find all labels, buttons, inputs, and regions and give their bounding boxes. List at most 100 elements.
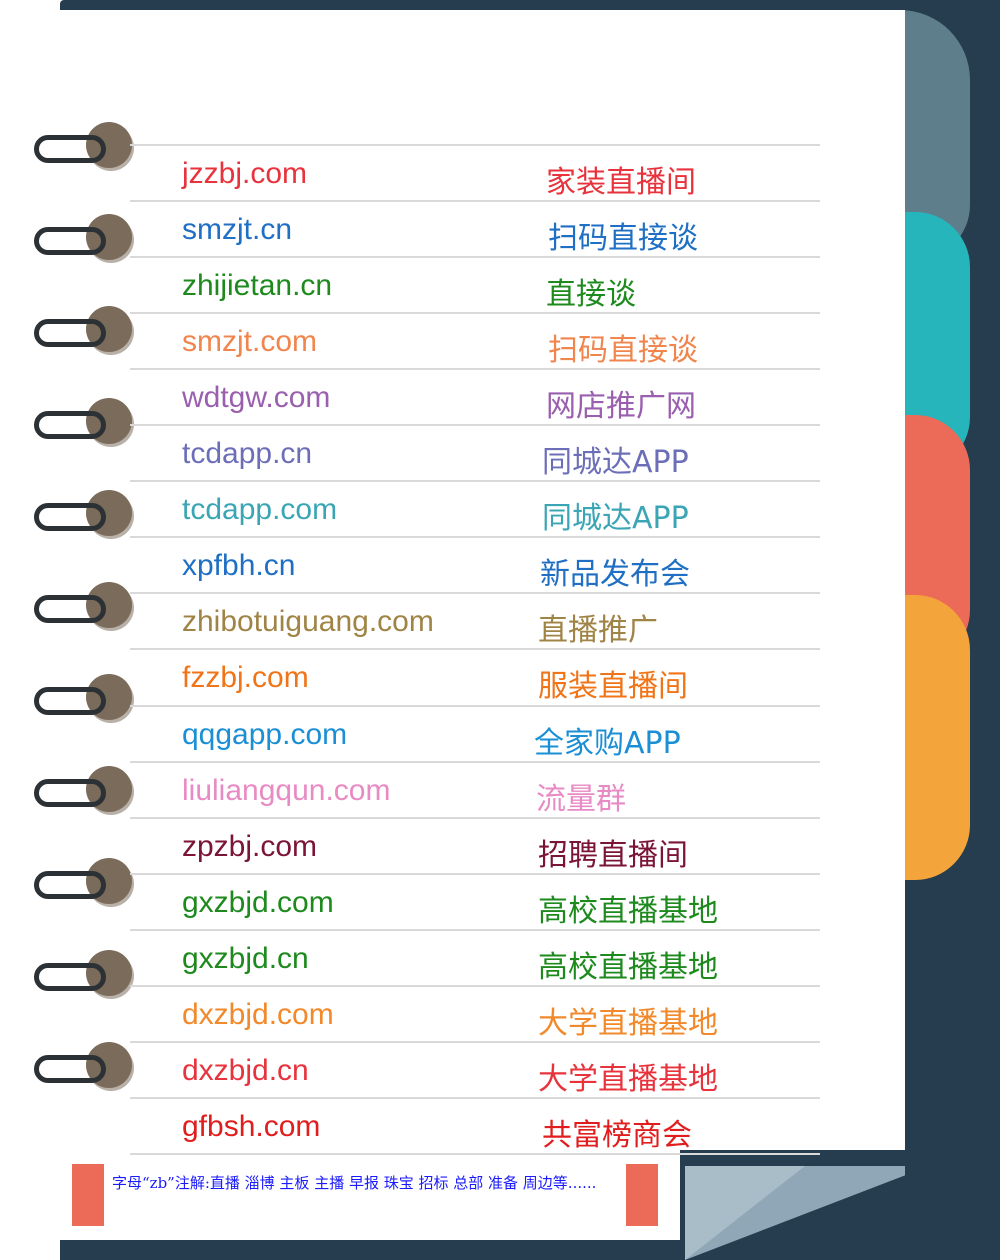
- list-item: jzzbj.com 家装直播间: [130, 144, 820, 200]
- row-divider: [130, 256, 820, 258]
- ring-wire: [34, 871, 106, 899]
- row-divider: [130, 592, 820, 594]
- domain-meaning: 扫码直接谈: [548, 333, 698, 368]
- domain-meaning: 全家购APP: [534, 726, 681, 761]
- domain-meaning: 流量群: [536, 782, 626, 817]
- domain-name[interactable]: gxzbjd.com: [182, 886, 334, 920]
- row-divider: [130, 200, 820, 202]
- list-item: xpfbh.cn 新品发布会: [130, 536, 820, 592]
- domain-name[interactable]: xpfbh.cn: [182, 549, 295, 583]
- footer-marker-right: [626, 1164, 658, 1226]
- list-item: zhijietan.cn 直接谈: [130, 256, 820, 312]
- ring-wire: [34, 779, 106, 807]
- domain-meaning: 新品发布会: [540, 557, 690, 592]
- list-item: tcdapp.cn 同城达APP: [130, 424, 820, 480]
- row-divider: [130, 144, 820, 146]
- row-divider: [130, 424, 820, 426]
- domain-meaning: 直接谈: [546, 277, 636, 312]
- domain-meaning: 大学直播基地: [538, 1006, 718, 1041]
- ring-wire: [34, 963, 106, 991]
- spiral-ring: [34, 214, 132, 264]
- bottom-bar: [130, 1248, 615, 1260]
- row-divider: [130, 1153, 820, 1155]
- list-item: dxzbjd.com 大学直播基地: [130, 985, 820, 1041]
- spiral-ring: [34, 674, 132, 724]
- ring-wire: [34, 1055, 106, 1083]
- notebook-page: jzzbj.com 家装直播间 smzjt.cn 扫码直接谈 zhijietan.cn 直…: [0, 0, 1000, 1260]
- list-item: gxzbjd.com 高校直播基地: [130, 873, 820, 929]
- list-item: qqgapp.com 全家购APP: [130, 705, 820, 761]
- domain-meaning: 大学直播基地: [538, 1062, 718, 1097]
- ring-wire: [34, 595, 106, 623]
- paper-bottom: [60, 1150, 680, 1240]
- domain-meaning: 直播推广: [538, 613, 658, 648]
- ring-wire: [34, 135, 106, 163]
- spiral-ring: [34, 398, 132, 448]
- domain-name[interactable]: smzjt.com: [182, 325, 317, 359]
- domain-meaning: 高校直播基地: [538, 894, 718, 929]
- domain-meaning: 同城达APP: [542, 501, 689, 536]
- domain-name[interactable]: tcdapp.cn: [182, 437, 312, 471]
- row-divider: [130, 705, 820, 707]
- list-item: wdtgw.com 网店推广网: [130, 368, 820, 424]
- spiral-ring: [34, 122, 132, 172]
- spiral-ring: [34, 766, 132, 816]
- domain-name[interactable]: dxzbjd.com: [182, 998, 334, 1032]
- domain-name[interactable]: gxzbjd.cn: [182, 942, 309, 976]
- row-divider: [130, 312, 820, 314]
- list-item: gxzbjd.cn 高校直播基地: [130, 929, 820, 985]
- row-divider: [130, 929, 820, 931]
- domain-name[interactable]: zhibotuiguang.com: [182, 605, 434, 639]
- ring-wire: [34, 503, 106, 531]
- row-divider: [130, 761, 820, 763]
- domain-name[interactable]: liuliangqun.com: [182, 774, 390, 808]
- domain-name[interactable]: dxzbjd.cn: [182, 1054, 309, 1088]
- spiral-ring: [34, 306, 132, 356]
- row-divider: [130, 368, 820, 370]
- list-item: zhibotuiguang.com 直播推广: [130, 592, 820, 648]
- spiral-ring: [34, 490, 132, 540]
- domain-name[interactable]: tcdapp.com: [182, 493, 337, 527]
- domain-meaning: 招聘直播间: [538, 838, 688, 873]
- list-item: liuliangqun.com 流量群: [130, 761, 820, 817]
- row-divider: [130, 648, 820, 650]
- list-item: gfbsh.com 共富榜商会: [130, 1097, 820, 1153]
- row-divider: [130, 817, 820, 819]
- list-item: dxzbjd.cn 大学直播基地: [130, 1041, 820, 1097]
- domain-name[interactable]: qqgapp.com: [182, 718, 347, 752]
- row-divider: [130, 1097, 820, 1099]
- ring-wire: [34, 319, 106, 347]
- domain-name[interactable]: zpzbj.com: [182, 830, 317, 864]
- domain-meaning: 共富榜商会: [542, 1118, 692, 1153]
- footer-marker-left: [72, 1164, 104, 1226]
- row-divider: [130, 1041, 820, 1043]
- list-item: tcdapp.com 同城达APP: [130, 480, 820, 536]
- ring-wire: [34, 411, 106, 439]
- ring-wire: [34, 687, 106, 715]
- list-item: smzjt.com 扫码直接谈: [130, 312, 820, 368]
- spiral-ring: [34, 858, 132, 908]
- row-divider: [130, 480, 820, 482]
- domain-name[interactable]: fzzbj.com: [182, 661, 309, 695]
- domain-meaning: 同城达APP: [542, 445, 689, 480]
- domain-name[interactable]: gfbsh.com: [182, 1110, 320, 1144]
- row-divider: [130, 873, 820, 875]
- domain-name[interactable]: wdtgw.com: [182, 381, 330, 415]
- domain-meaning: 服装直播间: [538, 669, 688, 704]
- row-divider: [130, 536, 820, 538]
- domain-name[interactable]: smzjt.cn: [182, 213, 292, 247]
- spiral-ring: [34, 950, 132, 1000]
- domain-meaning: 扫码直接谈: [548, 221, 698, 256]
- domain-meaning: 家装直播间: [546, 165, 696, 200]
- row-divider: [130, 985, 820, 987]
- list-item: smzjt.cn 扫码直接谈: [130, 200, 820, 256]
- list-item: zpzbj.com 招聘直播间: [130, 817, 820, 873]
- domain-name[interactable]: zhijietan.cn: [182, 269, 332, 303]
- footer-note: 字母“zb”注解:直播 淄博 主板 主播 早报 珠宝 招标 总部 准备 周边等.…: [112, 1174, 597, 1192]
- spiral-ring: [34, 582, 132, 632]
- domain-meaning: 网店推广网: [546, 389, 696, 424]
- domain-name[interactable]: jzzbj.com: [182, 157, 307, 191]
- spiral-ring: [34, 1042, 132, 1092]
- domain-meaning: 高校直播基地: [538, 950, 718, 985]
- ring-wire: [34, 227, 106, 255]
